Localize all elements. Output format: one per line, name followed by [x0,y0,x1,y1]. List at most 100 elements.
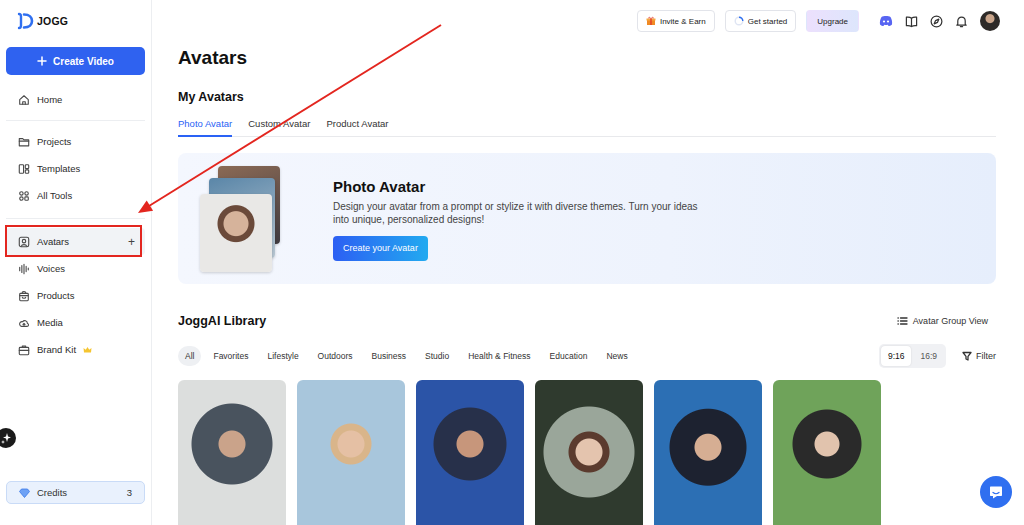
book-icon[interactable] [905,15,918,28]
banner-description: Design your avatar from a prompt or styl… [333,200,711,227]
filter-button[interactable]: Filter [962,351,996,361]
logo[interactable]: JOGG [6,10,145,32]
chat-button[interactable] [980,476,1012,508]
folder-icon [18,136,30,148]
sidebar-item[interactable]: Templates [6,155,145,182]
sidebar-item-label: Projects [37,136,71,147]
plus-icon [37,56,47,66]
category-chip[interactable]: Education [543,346,595,366]
avatar-card[interactable] [773,380,881,525]
template-icon [18,163,30,175]
create-avatar-label: Create your Avatar [343,243,418,253]
credits-box[interactable]: Credits3 [6,481,145,504]
category-chip[interactable]: Outdoors [311,346,360,366]
filter-label: Filter [976,351,996,361]
library-title: JoggAI Library [178,312,266,330]
sidebar-item[interactable]: Media [6,309,145,336]
progress-icon [734,16,744,26]
avatar-card[interactable] [654,380,762,525]
banner-text: Photo AvatarDesign your avatar from a pr… [333,177,711,261]
funnel-icon [962,351,972,361]
avatar-card[interactable] [178,380,286,525]
cloud-icon [18,317,30,329]
category-chip[interactable]: Health & Fitness [461,346,537,366]
avatar-card[interactable] [416,380,524,525]
ratio-option[interactable]: 9:16 [881,346,912,366]
sidebar-item[interactable]: All Tools [6,182,145,209]
ratio-label: 16:9 [920,351,937,361]
category-chip[interactable]: Studio [418,346,456,366]
list-icon [897,316,908,326]
home-icon [18,94,30,106]
main: Invite & Earn Get started Upgrade Avatars My… [152,0,1024,525]
compass-icon[interactable] [930,15,943,28]
tab[interactable]: Photo Avatar [178,114,232,137]
ratio-option[interactable]: 16:9 [913,346,944,366]
top-button-label: Upgrade [817,17,848,26]
group-view-button[interactable]: Avatar Group View [897,316,988,326]
sidebar-item-label: Templates [37,163,80,174]
sidebar-item[interactable]: Projects [6,128,145,155]
ratio-label: 9:16 [888,351,905,361]
add-avatar-button[interactable]: + [128,235,135,249]
create-video-button[interactable]: Create Video [6,47,145,75]
page-title: Avatars [178,47,996,69]
category-chip[interactable]: News [599,346,634,366]
category-label: Favorites [213,351,248,361]
sidebar-item-label: Voices [37,263,65,274]
sidebar-item-label: All Tools [37,190,72,201]
aspect-ratio-toggle: 9:16 16:9 [879,344,946,368]
gift-button[interactable]: Invite & Earn [637,10,715,32]
category-label: Health & Fitness [468,351,530,361]
section-title: My Avatars [178,88,996,106]
sample-photo [200,194,272,272]
avatar-card[interactable] [535,380,643,525]
category-chip[interactable]: Lifestyle [260,346,305,366]
category-label: News [606,351,627,361]
bell-icon[interactable] [955,15,968,28]
category-chip[interactable]: Favorites [206,346,255,366]
ai-assistant-button[interactable] [0,428,16,448]
user-avatar[interactable] [980,11,1000,31]
category-label: Business [372,351,407,361]
tab[interactable]: Product Avatar [326,114,388,137]
create-video-label: Create Video [53,56,114,67]
logo-text: JOGG [37,15,68,27]
tab[interactable]: Custom Avatar [248,114,310,137]
discord-icon[interactable] [879,15,893,27]
sidebar-item-label: Avatars [37,236,69,247]
bag-icon [18,290,30,302]
category-label: Outdoors [318,351,353,361]
photo-avatar-banner: Photo AvatarDesign your avatar from a pr… [178,153,996,284]
tab-label: Custom Avatar [248,118,310,129]
category-chip[interactable]: Business [365,346,414,366]
sidebar-item-label: Home [37,94,62,105]
page: JOGG Create Video Home Projects Templates All… [0,0,1024,525]
sidebar-item[interactable]: Avatars + [6,228,145,255]
gift-icon [646,16,656,26]
sidebar-item[interactable]: Products [6,282,145,309]
annotation-overlay [0,0,1024,525]
sidebar-item-label: Brand Kit [37,344,76,355]
voice-icon [18,263,30,275]
sidebar: JOGG Create Video Home Projects Templates All… [0,0,152,525]
category-label: Lifestyle [267,351,298,361]
credits-label: Credits [37,487,67,498]
category-chip[interactable]: All [178,346,201,366]
sidebar-item[interactable]: Brand Kit [6,336,145,363]
sidebar-item[interactable]: Voices [6,255,145,282]
progress-button[interactable]: Get started [725,10,797,32]
tab-label: Photo Avatar [178,118,232,129]
avatar-card[interactable] [297,380,405,525]
content: Avatars My Avatars Photo Avatar Custom Avat… [152,42,1024,525]
avatar-icon [18,236,30,248]
diamond-icon [19,488,30,498]
tab-label: Product Avatar [326,118,388,129]
avatar-grid [178,380,996,525]
sidebar-item[interactable]: Home [6,86,145,113]
sidebar-item-label: Products [37,290,75,301]
upgrade-button[interactable]: Upgrade [806,10,859,32]
topbar: Invite & Earn Get started Upgrade [152,0,1024,42]
top-button-label: Get started [748,17,788,26]
create-avatar-button[interactable]: Create your Avatar [333,236,428,261]
